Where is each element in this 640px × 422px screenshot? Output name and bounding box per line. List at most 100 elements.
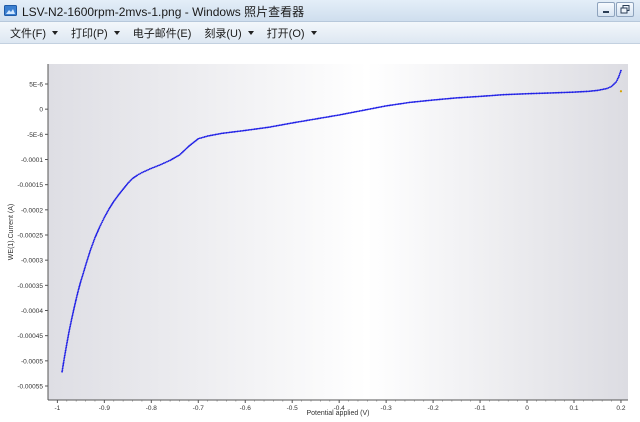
data-point — [64, 349, 67, 352]
x-tick-label: -1 — [55, 405, 61, 412]
data-point — [205, 135, 208, 138]
data-point — [83, 267, 86, 270]
data-point — [532, 92, 535, 95]
data-point — [77, 290, 80, 293]
data-point — [555, 91, 558, 94]
data-point — [353, 111, 356, 113]
data-point — [454, 97, 456, 99]
data-point — [342, 113, 345, 115]
data-point — [164, 161, 167, 164]
data-point — [68, 327, 71, 329]
data-point — [382, 105, 384, 108]
menu-burn[interactable]: 刻录(U) — [204, 25, 254, 41]
data-point — [280, 124, 283, 126]
y-tick-label: -0.0001 — [21, 157, 43, 164]
data-point — [89, 249, 92, 252]
data-point — [214, 133, 217, 136]
data-point — [202, 136, 204, 139]
data-point — [82, 272, 85, 275]
data-point — [224, 132, 226, 134]
data-point — [239, 130, 242, 132]
data-point — [162, 162, 165, 165]
data-point — [144, 170, 146, 173]
data-point — [497, 94, 500, 96]
data-point — [466, 96, 469, 99]
data-point — [441, 98, 444, 101]
data-point — [563, 91, 566, 94]
data-point — [400, 102, 403, 105]
data-point — [266, 126, 269, 129]
data-point — [338, 114, 341, 116]
data-point — [355, 110, 358, 113]
data-point — [145, 169, 148, 172]
data-point — [513, 93, 516, 96]
image-viewer[interactable]: 5E-6 0 -5E-6 -0.0001 -0.00015 -0.0002 -0.00025… — [0, 44, 640, 422]
data-point — [66, 338, 69, 341]
x-tick-label: -0.3 — [381, 405, 393, 412]
data-point — [283, 123, 286, 126]
data-point — [482, 95, 485, 98]
data-point — [598, 89, 600, 92]
data-point — [438, 98, 441, 101]
data-point — [386, 104, 389, 107]
data-point — [523, 92, 525, 95]
data-point — [302, 120, 305, 123]
data-point — [446, 97, 449, 100]
data-point — [90, 246, 93, 249]
data-point — [540, 92, 543, 95]
menu-file[interactable]: 文件(F) — [10, 25, 59, 41]
data-point — [347, 112, 350, 115]
menu-open[interactable]: 打开(O) — [267, 25, 317, 41]
data-point — [405, 101, 408, 104]
data-point — [260, 127, 262, 130]
data-point — [286, 122, 289, 125]
x-tick-label: -0.8 — [146, 405, 158, 412]
plot-background — [48, 64, 628, 400]
data-point — [397, 103, 400, 105]
data-point — [544, 92, 547, 95]
data-point — [139, 172, 142, 175]
data-point — [533, 92, 536, 95]
highlight-point — [619, 90, 623, 93]
data-point — [269, 126, 272, 128]
minimize-button[interactable] — [597, 2, 615, 17]
data-point — [425, 99, 428, 102]
data-point — [63, 358, 66, 360]
data-point — [325, 116, 328, 119]
data-point — [316, 117, 319, 120]
data-point — [516, 93, 519, 96]
data-point — [68, 328, 71, 331]
data-point — [504, 93, 507, 96]
data-point — [92, 241, 95, 244]
data-point — [571, 91, 574, 94]
data-point — [63, 354, 66, 357]
chevron-down-icon — [52, 30, 59, 35]
data-point — [483, 95, 486, 97]
data-point — [247, 129, 250, 131]
data-point — [297, 121, 300, 123]
data-point — [67, 333, 70, 336]
data-point — [375, 106, 378, 109]
data-point — [277, 124, 280, 127]
data-point — [510, 93, 513, 96]
menu-print[interactable]: 打印(P) — [71, 25, 120, 41]
title-bar: LSV-N2-1600rpm-2mvs-1.png - Windows 照片查看… — [0, 0, 640, 22]
data-point — [465, 96, 467, 99]
data-point — [512, 93, 514, 96]
data-point — [424, 99, 427, 102]
data-point — [65, 343, 68, 345]
data-point — [256, 127, 259, 130]
data-point — [71, 312, 74, 315]
data-point — [494, 94, 497, 97]
data-point — [488, 94, 491, 97]
menu-email[interactable]: 电子邮件(E) — [133, 25, 192, 41]
data-point — [137, 173, 140, 176]
data-point — [292, 121, 295, 124]
data-point — [236, 130, 239, 133]
restore-button[interactable] — [616, 2, 634, 17]
data-point — [233, 130, 236, 133]
data-point — [557, 91, 560, 94]
data-point — [519, 93, 522, 95]
data-point — [151, 166, 154, 169]
y-tick-label: -5E-6 — [27, 132, 43, 139]
